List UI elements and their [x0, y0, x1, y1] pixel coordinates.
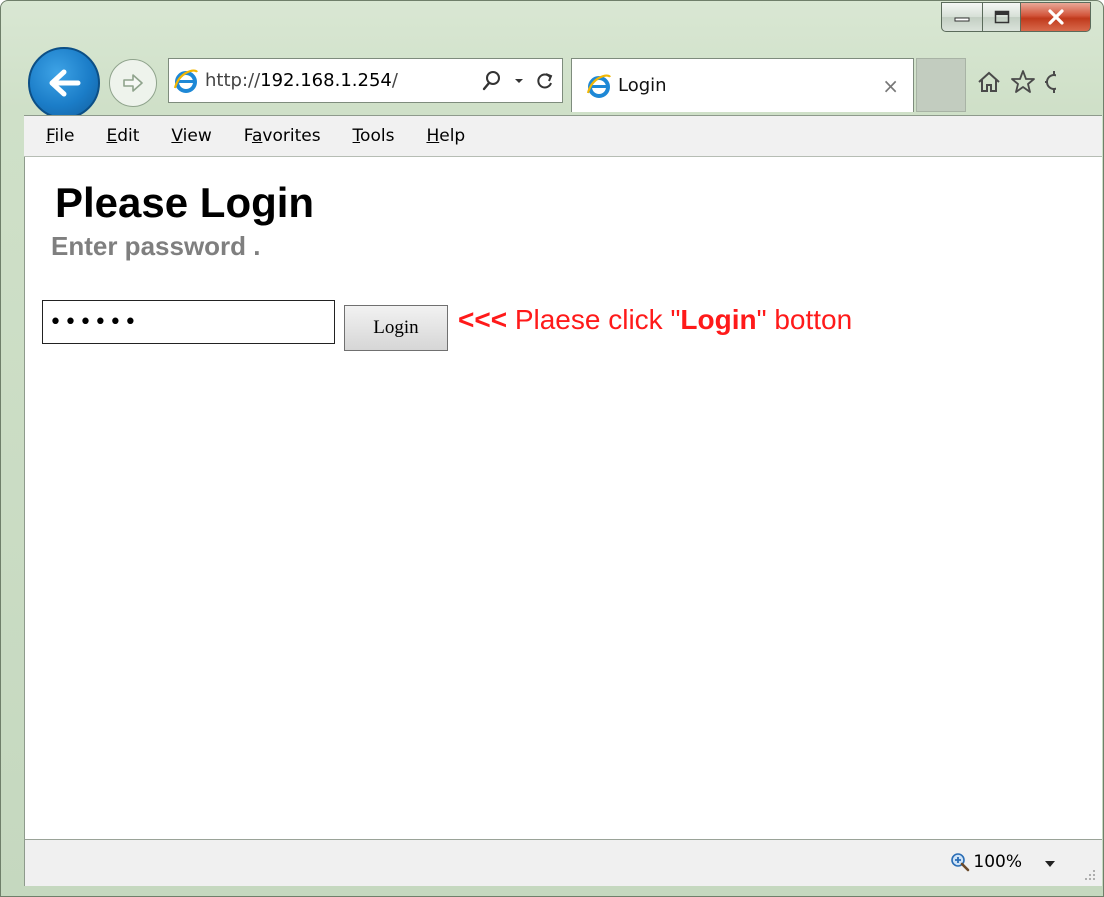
- home-icon[interactable]: [976, 69, 1002, 95]
- ie-logo-icon: [173, 68, 199, 94]
- tab-title: Login: [618, 75, 667, 96]
- page-subtitle: Enter password .: [51, 231, 261, 261]
- minimize-button[interactable]: [941, 2, 983, 32]
- status-bar: 100%: [24, 839, 1102, 886]
- close-window-button[interactable]: [1021, 2, 1091, 32]
- back-arrow-icon: [49, 69, 81, 97]
- new-tab-button[interactable]: [916, 58, 966, 112]
- zoom-level: 100%: [973, 852, 1022, 872]
- tab-login[interactable]: Login ×: [571, 58, 914, 112]
- refresh-icon[interactable]: [536, 71, 554, 91]
- menu-bar: File Edit View Favorites Tools Help: [24, 115, 1102, 157]
- address-bar[interactable]: http://192.168.1.254/: [168, 58, 563, 103]
- login-button[interactable]: Login: [344, 305, 448, 351]
- search-icon[interactable]: [482, 70, 502, 92]
- menu-edit[interactable]: Edit: [84, 126, 149, 146]
- forward-button[interactable]: [109, 59, 157, 107]
- page-title: Please Login: [55, 179, 315, 226]
- close-icon: [1047, 9, 1064, 25]
- page-content: Please Login Enter password . Login <<< …: [24, 157, 1102, 839]
- menu-view[interactable]: View: [149, 126, 221, 146]
- login-hint: <<< Plaese click "Login" botton: [458, 304, 853, 335]
- zoom-control[interactable]: 100%: [950, 852, 1022, 872]
- menu-tools[interactable]: Tools: [331, 126, 405, 146]
- menu-file[interactable]: File: [24, 126, 84, 146]
- back-button[interactable]: [28, 47, 100, 119]
- chevron-down-icon[interactable]: [514, 77, 524, 85]
- address-actions: [482, 70, 554, 92]
- maximize-icon: [994, 10, 1009, 24]
- menu-help[interactable]: Help: [404, 126, 475, 146]
- menu-favorites[interactable]: Favorites: [222, 126, 331, 146]
- tab-close-icon[interactable]: ×: [882, 74, 899, 98]
- browser-nav-icons: [976, 69, 1056, 95]
- chevron-down-icon[interactable]: [1044, 860, 1056, 868]
- address-url: http://192.168.1.254/: [205, 70, 398, 91]
- maximize-button[interactable]: [983, 2, 1021, 32]
- forward-arrow-icon: [123, 74, 143, 92]
- resize-grip-icon[interactable]: [1084, 869, 1096, 881]
- password-input[interactable]: [42, 300, 335, 344]
- zoom-icon: [951, 853, 970, 872]
- minimize-icon: [954, 17, 970, 22]
- star-icon[interactable]: [1010, 69, 1036, 95]
- ie-logo-icon: [586, 73, 612, 99]
- window-caption-buttons: [941, 2, 1091, 32]
- gear-icon[interactable]: [1044, 69, 1056, 95]
- browser-window: http://192.168.1.254/ Login × File Edit …: [0, 0, 1104, 897]
